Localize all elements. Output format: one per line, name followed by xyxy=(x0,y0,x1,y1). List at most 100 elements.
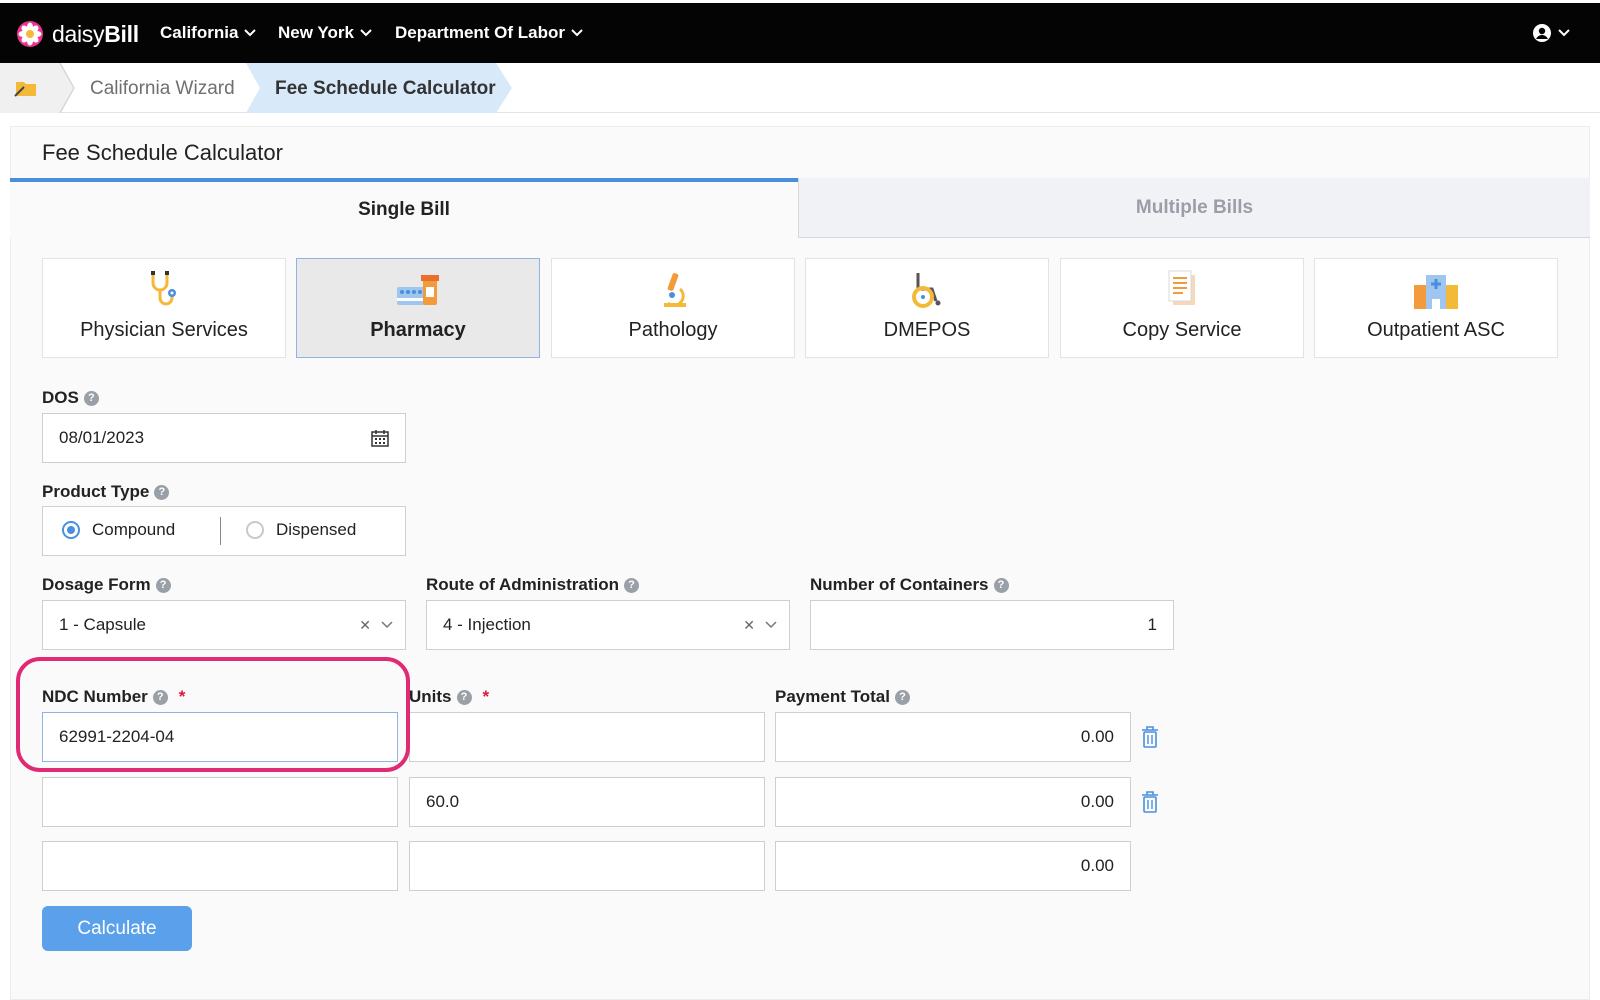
pharmacy-icon xyxy=(397,275,439,305)
breadcrumb-home[interactable] xyxy=(0,63,60,113)
document-icon xyxy=(1168,270,1195,305)
tab-single-bill-label: Single Bill xyxy=(358,199,450,220)
nav-department-of-labor-label: Department Of Labor xyxy=(395,23,566,42)
product-type-radio-group: Compound Dispensed xyxy=(42,506,406,556)
service-type-dmepos[interactable]: DMEPOS xyxy=(805,258,1049,358)
service-type-pathology[interactable]: Pathology xyxy=(551,258,795,358)
ndc-number-input[interactable] xyxy=(42,777,398,827)
clear-icon[interactable]: ✕ xyxy=(743,617,755,634)
units-input[interactable] xyxy=(409,712,765,762)
ndc-number-value: 62991-2204-04 xyxy=(59,727,175,746)
nav-new-york-label: New York xyxy=(278,23,354,42)
nav-california[interactable]: California xyxy=(160,23,257,43)
route-label: Route of Administration ? xyxy=(426,575,639,595)
microscope-icon xyxy=(664,273,686,307)
required-marker: * xyxy=(178,687,186,706)
service-type-pharmacy[interactable]: Pharmacy xyxy=(296,258,540,358)
trash-icon[interactable] xyxy=(1140,790,1160,814)
user-menu[interactable] xyxy=(1532,23,1570,43)
ndc-number-label: NDC Number ? * xyxy=(42,687,185,707)
payment-total-value: 0.00 xyxy=(1080,792,1114,811)
service-type-physician-services[interactable]: Physician Services xyxy=(42,258,286,358)
units-input[interactable]: 60.0 xyxy=(409,777,765,827)
dosage-form-label: Dosage Form ? xyxy=(42,575,171,595)
units-label-text: Units xyxy=(409,687,452,706)
dos-date-input[interactable]: 08/01/2023 xyxy=(42,413,406,463)
containers-input[interactable]: 1 xyxy=(810,600,1174,650)
dosage-form-value: 1 - Capsule xyxy=(59,615,146,634)
route-select[interactable]: 4 - Injection ✕ xyxy=(426,600,790,650)
trash-icon[interactable] xyxy=(1140,725,1160,749)
payment-total-value: 0.00 xyxy=(1080,727,1114,746)
payment-total-input[interactable]: 0.00 xyxy=(775,841,1131,891)
service-type-label: Pathology xyxy=(628,319,718,341)
dos-label-text: DOS xyxy=(42,388,79,407)
tab-single-bill[interactable]: Single Bill xyxy=(10,178,798,238)
dosage-form-label-text: Dosage Form xyxy=(42,575,151,594)
clear-icon[interactable]: ✕ xyxy=(359,617,371,634)
dosage-form-select[interactable]: 1 - Capsule ✕ xyxy=(42,600,406,650)
service-type-label: Pharmacy xyxy=(370,319,466,341)
service-type-label: Physician Services xyxy=(80,319,248,341)
nav-new-york[interactable]: New York xyxy=(278,23,372,43)
chevron-down-icon xyxy=(244,29,257,37)
calendar-icon[interactable] xyxy=(371,429,389,447)
tab-multiple-bills[interactable]: Multiple Bills xyxy=(798,178,1590,238)
radio-selected-icon xyxy=(62,521,80,539)
product-type-label-text: Product Type xyxy=(42,482,150,501)
service-type-label: Outpatient ASC xyxy=(1367,319,1505,341)
route-label-text: Route of Administration xyxy=(426,575,619,594)
user-avatar-icon xyxy=(1533,24,1551,42)
tab-multiple-bills-label: Multiple Bills xyxy=(1135,196,1254,218)
ndc-number-input[interactable]: 62991-2204-04 xyxy=(42,712,398,762)
nav-department-of-labor[interactable]: Department Of Labor xyxy=(395,23,583,43)
help-icon[interactable]: ? xyxy=(154,484,170,500)
help-icon[interactable]: ? xyxy=(894,689,910,705)
breadcrumb-fee-schedule-calculator: Fee Schedule Calculator xyxy=(275,78,496,99)
page-title: Fee Schedule Calculator xyxy=(42,140,283,165)
hospital-icon xyxy=(1414,275,1458,309)
service-type-label: Copy Service xyxy=(1122,319,1242,341)
containers-label-text: Number of Containers xyxy=(810,575,989,594)
chevron-down-icon[interactable] xyxy=(765,621,777,629)
help-icon[interactable]: ? xyxy=(623,577,639,593)
radio-dispensed-label: Dispensed xyxy=(276,520,357,539)
help-icon[interactable]: ? xyxy=(456,689,472,705)
payment-total-value: 0.00 xyxy=(1080,856,1114,875)
wheelchair-icon xyxy=(912,273,941,308)
payment-total-input[interactable]: 0.00 xyxy=(775,777,1131,827)
breadcrumb: California Wizard Fee Schedule Calculato… xyxy=(0,63,1600,113)
chevron-down-icon xyxy=(1558,29,1570,37)
calculate-button[interactable]: Calculate xyxy=(42,906,192,951)
home-folder-icon xyxy=(14,82,36,97)
product-type-label: Product Type ? xyxy=(42,482,170,502)
chevron-down-icon[interactable] xyxy=(381,621,393,629)
units-input[interactable] xyxy=(409,841,765,891)
help-icon[interactable]: ? xyxy=(993,577,1009,593)
dos-value: 08/01/2023 xyxy=(59,428,145,447)
help-icon[interactable]: ? xyxy=(155,577,171,593)
radio-dispensed[interactable]: Dispensed xyxy=(246,520,356,540)
nav-california-label: California xyxy=(160,23,239,42)
containers-value: 1 xyxy=(1147,615,1157,634)
chevron-down-icon xyxy=(571,29,583,37)
radio-compound-label: Compound xyxy=(92,520,176,539)
help-icon[interactable]: ? xyxy=(83,390,99,406)
radio-unselected-icon xyxy=(246,521,264,539)
radio-compound[interactable]: Compound xyxy=(62,520,175,540)
breadcrumb-separator-icon xyxy=(59,63,75,113)
ndc-number-input[interactable] xyxy=(42,841,398,891)
required-marker: * xyxy=(482,687,490,706)
payment-total-input[interactable]: 0.00 xyxy=(775,712,1131,762)
route-value: 4 - Injection xyxy=(443,615,531,634)
service-type-copy-service[interactable]: Copy Service xyxy=(1060,258,1304,358)
daisybill-logo[interactable]: daisyBill xyxy=(16,20,139,48)
breadcrumb-california-wizard[interactable]: California Wizard xyxy=(90,78,235,100)
containers-label: Number of Containers ? xyxy=(810,575,1009,595)
help-icon[interactable]: ? xyxy=(152,689,168,705)
stethoscope-icon xyxy=(151,271,176,306)
radio-divider xyxy=(220,517,221,545)
payment-total-label-text: Payment Total xyxy=(775,687,890,706)
service-type-outpatient-asc[interactable]: Outpatient ASC xyxy=(1314,258,1558,358)
units-label: Units ? * xyxy=(409,687,489,707)
